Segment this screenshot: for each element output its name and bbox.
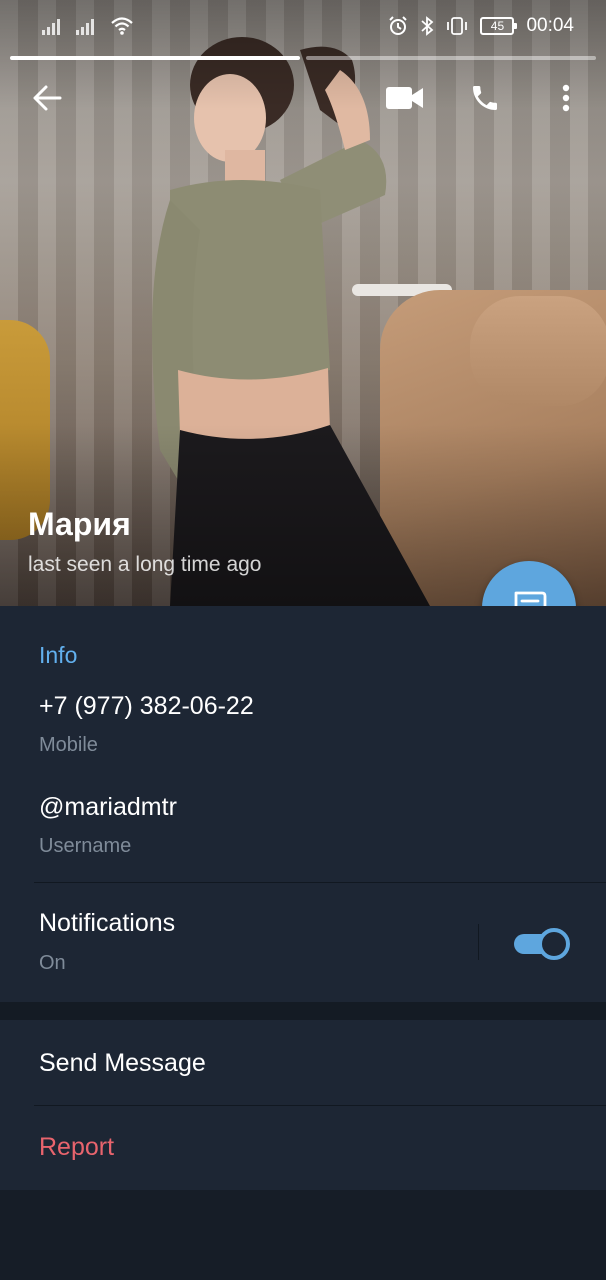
notifications-title[interactable]: Notifications xyxy=(39,909,175,938)
status-left xyxy=(42,16,134,36)
profile-header: Мария last seen a long time ago xyxy=(28,506,261,577)
phone-label: Mobile xyxy=(39,734,98,756)
section-gap xyxy=(0,1002,606,1020)
status-bar: 45 00:04 xyxy=(0,0,606,52)
wifi-icon xyxy=(111,17,133,35)
toggle-knob xyxy=(538,928,570,960)
call-button[interactable] xyxy=(457,70,513,126)
divider xyxy=(34,882,606,883)
last-seen-status: last seen a long time ago xyxy=(28,553,262,576)
username-value[interactable]: @mariadmtr xyxy=(39,793,177,822)
back-button[interactable] xyxy=(19,70,75,126)
empty-area xyxy=(0,1190,606,1280)
clock: 00:04 xyxy=(526,15,574,36)
signal-icon xyxy=(76,19,94,35)
notifications-state: On xyxy=(39,952,66,974)
divider xyxy=(34,1105,606,1106)
bluetooth-icon xyxy=(421,16,434,36)
info-panel: Info +7 (977) 382-06-22 Mobile @mariadmt… xyxy=(0,606,606,1002)
more-options-button[interactable] xyxy=(538,70,594,126)
profile-name: Мария xyxy=(28,506,131,542)
phone-number[interactable]: +7 (977) 382-06-22 xyxy=(39,692,254,721)
story-segment xyxy=(306,56,596,60)
video-call-icon xyxy=(386,87,423,109)
more-vert-icon xyxy=(562,84,570,112)
story-segment-active xyxy=(10,56,300,60)
notifications-toggle[interactable] xyxy=(514,928,570,960)
send-message-button[interactable]: Send Message xyxy=(39,1049,206,1078)
signal-icon xyxy=(42,19,60,35)
info-section-title: Info xyxy=(39,642,78,668)
battery-icon: 45 xyxy=(480,17,518,35)
story-progress xyxy=(10,56,596,60)
report-button[interactable]: Report xyxy=(39,1133,114,1162)
username-label: Username xyxy=(39,835,132,857)
action-bar xyxy=(0,70,606,126)
alarm-icon xyxy=(389,16,408,35)
video-call-button[interactable] xyxy=(377,70,433,126)
actions-panel: Send Message Report xyxy=(0,1020,606,1190)
status-right: 45 00:04 xyxy=(388,15,574,37)
vibrate-icon xyxy=(447,17,468,35)
phone-icon xyxy=(473,86,497,110)
toggle-separator xyxy=(478,924,479,960)
back-arrow-icon xyxy=(33,85,62,111)
